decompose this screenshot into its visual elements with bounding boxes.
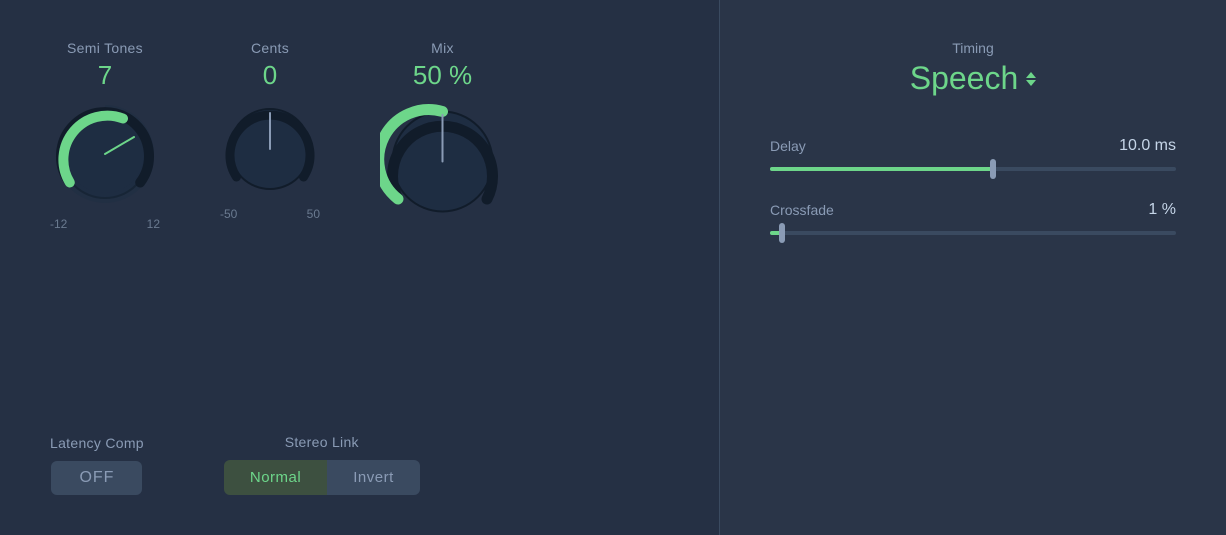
timing-arrows[interactable] (1026, 72, 1036, 86)
left-panel: Semi Tones 7 -12 1 (0, 0, 720, 535)
crossfade-header: Crossfade 1 % (770, 201, 1176, 219)
cents-range: -50 50 (220, 207, 320, 221)
stereo-link-label: Stereo Link (285, 434, 359, 450)
mix-value: 50 % (413, 60, 472, 91)
cents-label: Cents (251, 40, 289, 56)
arrow-up-icon[interactable] (1026, 72, 1036, 78)
timing-text: Speech (910, 60, 1019, 97)
crossfade-thumb[interactable] (779, 223, 785, 243)
bottom-row: Latency Comp OFF Stereo Link Normal Inve… (50, 434, 689, 495)
cents-group: Cents 0 -50 50 (220, 40, 320, 221)
crossfade-slider[interactable] (770, 231, 1176, 235)
mix-group: Mix 50 % (380, 40, 505, 232)
delay-value: 10.0 ms (1119, 137, 1176, 155)
timing-section: Timing Speech (770, 40, 1176, 97)
semi-tones-value: 7 (98, 60, 112, 91)
semi-tones-label: Semi Tones (67, 40, 143, 56)
timing-value[interactable]: Speech (770, 60, 1176, 97)
semi-tones-knob[interactable] (50, 99, 160, 209)
delay-slider[interactable] (770, 167, 1176, 171)
crossfade-label: Crossfade (770, 202, 834, 218)
stereo-link-invert-button[interactable]: Invert (327, 460, 420, 495)
delay-fill (770, 167, 993, 171)
right-panel: Timing Speech Delay 10.0 ms Crossfade 1 … (720, 0, 1226, 535)
stereo-link-group: Stereo Link Normal Invert (224, 434, 420, 495)
timing-label: Timing (770, 40, 1176, 56)
semi-tones-range: -12 12 (50, 217, 160, 231)
crossfade-section: Crossfade 1 % (770, 201, 1176, 235)
delay-section: Delay 10.0 ms (770, 137, 1176, 171)
latency-comp-group: Latency Comp OFF (50, 435, 144, 495)
mix-label: Mix (431, 40, 454, 56)
stereo-link-normal-button[interactable]: Normal (224, 460, 327, 495)
latency-comp-label: Latency Comp (50, 435, 144, 451)
crossfade-value: 1 % (1148, 201, 1176, 219)
semi-tones-group: Semi Tones 7 -12 1 (50, 40, 160, 231)
cents-knob[interactable] (220, 99, 320, 199)
stereo-link-buttons: Normal Invert (224, 460, 420, 495)
knobs-row: Semi Tones 7 -12 1 (50, 40, 689, 232)
delay-header: Delay 10.0 ms (770, 137, 1176, 155)
mix-knob[interactable] (380, 99, 505, 224)
delay-label: Delay (770, 138, 806, 154)
delay-thumb[interactable] (990, 159, 996, 179)
cents-value: 0 (263, 60, 277, 91)
latency-comp-button[interactable]: OFF (51, 461, 142, 495)
arrow-down-icon[interactable] (1026, 80, 1036, 86)
